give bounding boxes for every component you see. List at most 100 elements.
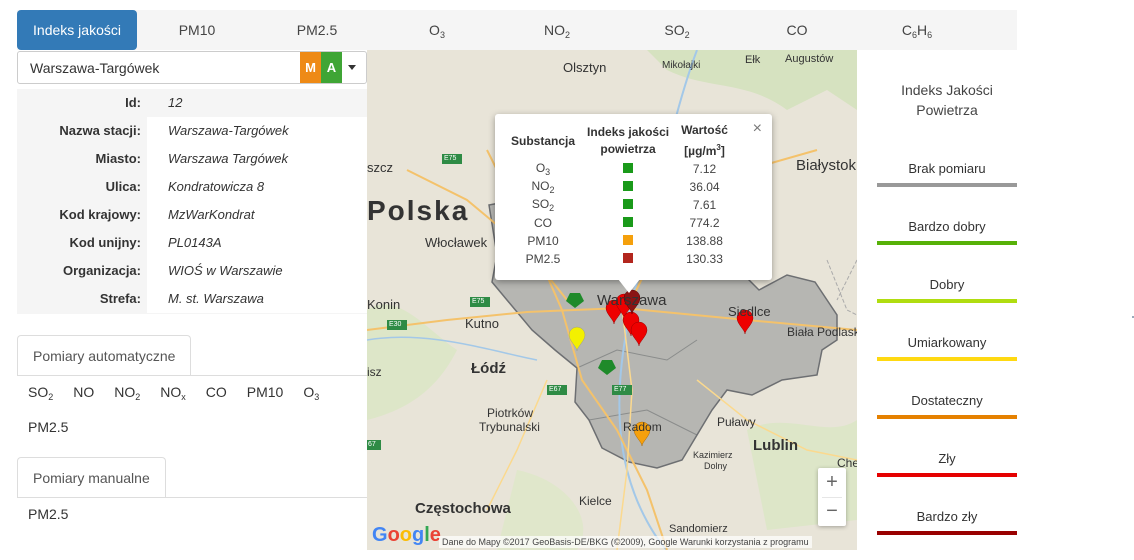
measurement-pm10[interactable]: PM10 bbox=[247, 377, 284, 407]
popup-header-value: Wartość [µg/m3] bbox=[681, 123, 728, 158]
popup-header-substance: Substancja bbox=[511, 133, 576, 148]
index-indicator bbox=[623, 163, 634, 173]
map-label-warszawa: Warszawa bbox=[597, 292, 667, 309]
measurement-no2[interactable]: NO2 bbox=[114, 377, 140, 412]
map-label-kutno: Kutno bbox=[465, 316, 499, 331]
station-info-table: Id: 12 Nazwa stacji: Warszawa-Targówek Mia… bbox=[17, 89, 367, 314]
info-row-street: Ulica: Kondratowicza 8 bbox=[17, 173, 367, 201]
map[interactable]: Olsztyn Mikołajki Ełk Augustów szcz Pols… bbox=[367, 50, 857, 550]
info-row-zone: Strefa: M. st. Warszawa bbox=[17, 285, 367, 313]
legend-title: Indeks Jakości Powietrza bbox=[901, 82, 993, 118]
info-row-city: Miasto: Warszawa Targówek bbox=[17, 145, 367, 173]
tab-co[interactable]: CO bbox=[737, 10, 857, 50]
map-label-konin: Konin bbox=[367, 297, 401, 312]
map-label-biala-podlaska: Biała Podlaska bbox=[787, 325, 857, 339]
road-shield: E75 bbox=[444, 155, 457, 162]
station-select[interactable]: Warszawa-Targówek M A bbox=[17, 51, 367, 84]
info-row-eu-code: Kod unijny: PL0143A bbox=[17, 229, 367, 257]
tab-c6h6[interactable]: C6H6 bbox=[857, 10, 977, 50]
tab-so2[interactable]: SO2 bbox=[617, 10, 737, 50]
map-attribution[interactable]: Dane do Mapy ©2017 GeoBasis-DE/BKG (©200… bbox=[439, 536, 812, 548]
popup-header-index: Indeks jakości powietrza bbox=[587, 125, 670, 156]
map-label-lublin: Lublin bbox=[753, 437, 798, 454]
measurement-pm25-manual[interactable]: PM2.5 bbox=[28, 499, 68, 529]
tab-automatic-measurements[interactable]: Pomiary automatyczne bbox=[17, 335, 192, 375]
map-label-sandomierz: Sandomierz bbox=[669, 523, 728, 535]
chevron-down-icon[interactable] bbox=[348, 65, 356, 70]
index-indicator bbox=[623, 199, 634, 209]
map-label-mikolajki: Mikołajki bbox=[662, 60, 701, 71]
popup-row: SO2 7.61 bbox=[531, 197, 717, 213]
road-shield: E67 bbox=[549, 386, 562, 393]
legend-item: Zły bbox=[877, 451, 1017, 477]
map-label-lodz: Łódź bbox=[471, 360, 506, 377]
close-icon[interactable]: × bbox=[753, 120, 762, 138]
map-label-augustow: Augustów bbox=[785, 53, 834, 65]
map-label-bialystok: Białystok bbox=[796, 157, 857, 174]
pollutant-tabs: Indeks jakości PM10 PM2.5 O3 NO2 SO2 CO … bbox=[17, 10, 1017, 50]
tab-quality-index[interactable]: Indeks jakości bbox=[17, 10, 137, 50]
popup-row: NO2 36.04 bbox=[531, 179, 720, 195]
automatic-measurements-list: SO2 NO NO2 NOx CO PM10 O3 PM2.5 bbox=[28, 377, 358, 442]
popup-tail bbox=[618, 279, 640, 293]
map-label-elk: Ełk bbox=[745, 54, 761, 66]
info-row-organization: Organizacja: WIOŚ w Warszawie bbox=[17, 257, 367, 285]
popup-table: Substancja Indeks jakości powietrza Warto… bbox=[505, 122, 734, 268]
tab-manual-measurements[interactable]: Pomiary manualne bbox=[17, 457, 166, 497]
map-label-polska: Polska bbox=[367, 195, 470, 226]
legend-item: Bardzo zły bbox=[877, 509, 1017, 535]
manual-measurements-list: PM2.5 bbox=[28, 499, 358, 529]
popup-row: PM2.5 130.33 bbox=[525, 252, 723, 266]
info-row-national-code: Kod krajowy: MzWarKondrat bbox=[17, 201, 367, 229]
station-popup: × Substancja Indeks jakości powietrza War… bbox=[495, 114, 772, 280]
index-indicator bbox=[623, 217, 634, 227]
map-label-wloclawek: Włocławek bbox=[425, 235, 488, 250]
measurement-nox[interactable]: NOx bbox=[160, 377, 186, 412]
station-select-value: Warszawa-Targówek bbox=[30, 60, 160, 76]
map-label-szcz: szcz bbox=[367, 160, 393, 175]
tab-o3[interactable]: O3 bbox=[377, 10, 497, 50]
measurement-no[interactable]: NO bbox=[73, 377, 94, 407]
measurement-o3[interactable]: O3 bbox=[303, 377, 319, 412]
popup-row: O3 7.12 bbox=[535, 161, 717, 177]
legend-item: Dobry bbox=[877, 277, 1017, 303]
road-shield: E75 bbox=[472, 298, 485, 305]
index-indicator bbox=[623, 253, 634, 263]
tab-pm25[interactable]: PM2.5 bbox=[257, 10, 377, 50]
legend-item: Dostateczny bbox=[877, 393, 1017, 419]
manual-badge: M bbox=[300, 52, 321, 83]
divider bbox=[17, 375, 367, 376]
map-label-czestochowa: Częstochowa bbox=[415, 500, 511, 517]
map-label-piotrkow: Piotrków bbox=[487, 406, 534, 420]
zoom-in-button[interactable]: + bbox=[818, 468, 846, 497]
index-indicator bbox=[623, 181, 634, 191]
popup-row: PM10 138.88 bbox=[527, 234, 723, 248]
map-label-kielce: Kielce bbox=[579, 494, 612, 508]
info-row-name: Nazwa stacji: Warszawa-Targówek bbox=[17, 117, 367, 145]
index-indicator bbox=[623, 235, 634, 245]
road-shield: E77 bbox=[614, 386, 627, 393]
map-label-trybunalski: Trybunalski bbox=[479, 420, 540, 434]
measurement-pm25[interactable]: PM2.5 bbox=[28, 412, 68, 442]
road-shield: E30 bbox=[389, 321, 402, 328]
measurement-co[interactable]: CO bbox=[206, 377, 227, 407]
map-label-radom: Radom bbox=[623, 420, 662, 434]
measurement-so2[interactable]: SO2 bbox=[28, 377, 53, 412]
divider bbox=[17, 497, 367, 498]
popup-row: CO 774.2 bbox=[534, 216, 720, 230]
map-label-pulawy: Puławy bbox=[717, 415, 756, 429]
automatic-badge: A bbox=[321, 52, 342, 83]
road-shield: 67 bbox=[368, 441, 376, 448]
map-label-olsztyn: Olsztyn bbox=[563, 60, 607, 75]
zoom-control: + − bbox=[818, 468, 846, 526]
map-label-kazimierz: Kazimierz bbox=[693, 450, 733, 460]
map-label-siedlce: Siedlce bbox=[728, 304, 771, 319]
google-logo: Google bbox=[372, 524, 441, 546]
legend-item: Brak pomiaru bbox=[877, 161, 1017, 187]
tab-no2[interactable]: NO2 bbox=[497, 10, 617, 50]
tab-pm10[interactable]: PM10 bbox=[137, 10, 257, 50]
info-row-id: Id: 12 bbox=[17, 89, 367, 117]
legend-item: Bardzo dobry bbox=[877, 219, 1017, 245]
zoom-out-button[interactable]: − bbox=[818, 497, 846, 526]
map-label-dolny: Dolny bbox=[704, 461, 728, 471]
